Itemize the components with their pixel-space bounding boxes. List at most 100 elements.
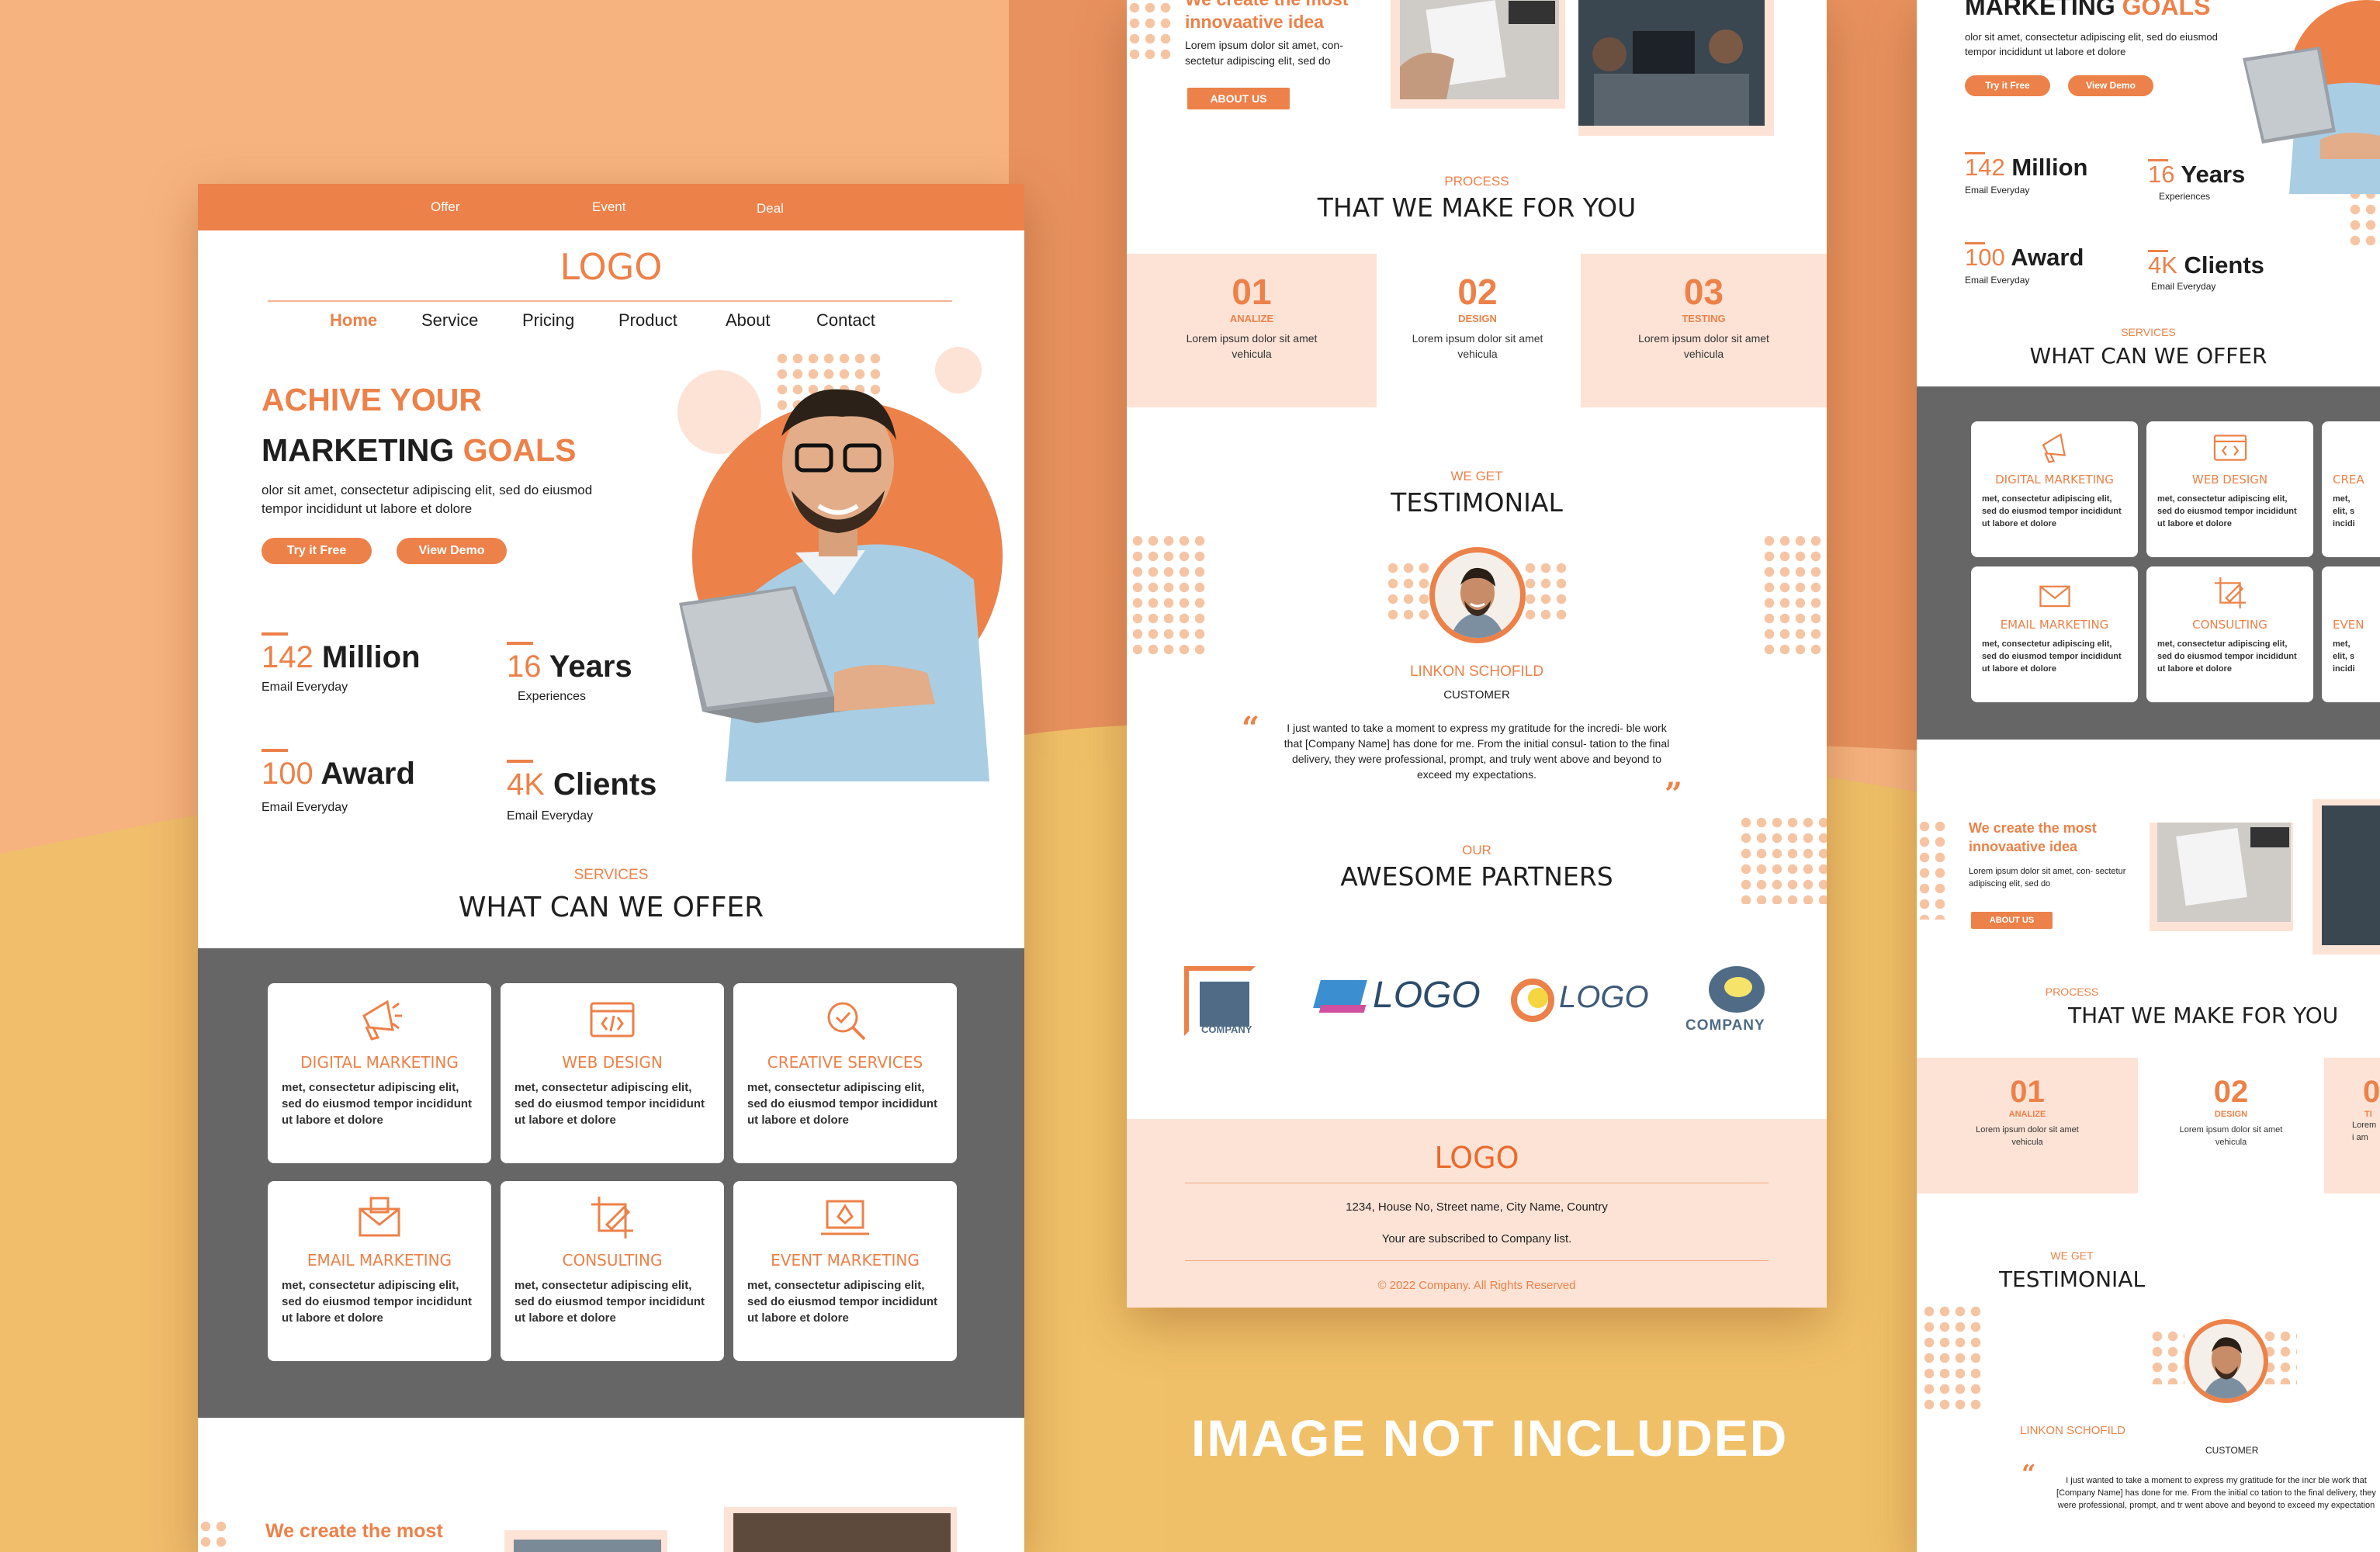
service-card-digital-marketing[interactable]: DIGITAL MARKETING met, consectetur adipi… xyxy=(1971,421,2138,557)
email-icon xyxy=(2039,585,2070,608)
nav-service[interactable]: Service xyxy=(421,310,478,331)
quote-open-icon: “ xyxy=(2021,1459,2036,1488)
process-step-analize: 01 ANALIZE Lorem ipsum dolor sit amet ve… xyxy=(1127,254,1377,407)
testimonial-kicker: WE GET xyxy=(2050,1249,2094,1262)
hero-description: olor sit amet, consectetur adipiscing el… xyxy=(262,483,593,516)
footer-divider-bottom xyxy=(1185,1260,1769,1261)
megaphone-icon xyxy=(2042,433,2066,463)
partner-logo-4[interactable]: COMPANY xyxy=(1685,966,1786,1038)
about-us-button[interactable]: ABOUT US xyxy=(1971,912,2053,929)
about-title: We create the most innovaative idea xyxy=(1185,0,1348,32)
footer-copyright: © 2022 Company. All Rights Reserved xyxy=(1377,1279,1576,1292)
try-free-button[interactable]: Try it Free xyxy=(262,538,372,564)
service-card-email-marketing[interactable]: EMAIL MARKETING met, consectetur adipisc… xyxy=(1971,566,2138,702)
code-window-icon xyxy=(2213,435,2247,461)
footer: LOGO 1234, House No, Street name, City N… xyxy=(1127,1119,1827,1308)
about-photo-1 xyxy=(504,1530,667,1552)
main-nav: Home Service Pricing Product About Conta… xyxy=(198,310,1024,334)
service-card-creative-services[interactable]: CREA met, elit, s incidi xyxy=(2322,421,2380,557)
service-card-event-marketing[interactable]: EVENT MARKETING met, consectetur adipisc… xyxy=(733,1181,957,1361)
testimonial-title: TESTIMONIAL xyxy=(1998,1266,2146,1292)
about-us-button[interactable]: ABOUT US xyxy=(1187,88,1290,109)
nav-pricing[interactable]: Pricing xyxy=(522,310,574,331)
about-photo-desk xyxy=(2150,823,2293,931)
crop-pen-icon xyxy=(591,1197,633,1238)
hero-description: olor sit amet, consectetur adipiscing el… xyxy=(1965,31,2218,57)
topbar-link-deal[interactable]: Deal xyxy=(757,201,784,217)
about-description: Lorem ipsum dolor sit amet, con- sectetu… xyxy=(1185,39,1343,67)
services-title: WHAT CAN WE OFFER xyxy=(2029,343,2267,369)
service-card-consulting[interactable]: CONSULTING met, consectetur adipiscing e… xyxy=(2146,566,2313,702)
about-title: We create the most xyxy=(265,1520,443,1542)
testimonial-role: CUSTOMER xyxy=(2205,1445,2259,1456)
footer-subscription: Your are subscribed to Company list. xyxy=(1381,1232,1572,1245)
about-photo-team xyxy=(1578,0,1774,136)
partner-logo-3[interactable]: LOGO xyxy=(1511,974,1651,1028)
testimonial-dots-right xyxy=(1762,533,1827,657)
process-title: THAT WE MAKE FOR YOU xyxy=(1317,192,1637,223)
process-step-testing: 03 TESTING Lorem ipsum dolor sit amet ve… xyxy=(1581,254,1827,407)
topbar-link-event[interactable]: Event xyxy=(592,199,625,215)
quote-open-icon: “ xyxy=(1242,710,1260,747)
process-step-design: 02 DESIGN Lorem ipsum dolor sit amet veh… xyxy=(2138,1058,2324,1193)
testimonial-name: LINKON SCHOFILD xyxy=(1409,663,1544,680)
testimonial-title: TESTIMONIAL xyxy=(1391,487,1563,518)
footer-address: 1234, House No, Street name, City Name, … xyxy=(1346,1200,1608,1214)
partners-title: AWESOME PARTNERS xyxy=(1340,861,1613,892)
about-photo-team xyxy=(2312,799,2380,954)
quote-close-icon: ” xyxy=(1665,776,1683,812)
hero-person-image xyxy=(679,389,989,781)
footer-logo[interactable]: LOGO xyxy=(1127,1141,1827,1175)
nav-about[interactable]: About xyxy=(726,310,771,331)
testimonial-name: LINKON SCHOFILD xyxy=(2020,1424,2125,1437)
left-email-template: Offer Event Deal LOGO Home Service Prici… xyxy=(198,184,1024,1552)
testimonial-kicker: WE GET xyxy=(1450,469,1503,483)
crop-pen-icon xyxy=(2214,577,2246,609)
about-photo-desk xyxy=(1391,0,1565,109)
about-dot-pattern xyxy=(1127,0,1173,62)
process-title: THAT WE MAKE FOR YOU xyxy=(2068,1003,2339,1028)
partner-logo-2[interactable]: LOGO xyxy=(1313,974,1481,1028)
about-description: Lorem ipsum dolor sit amet, con- sectetu… xyxy=(1969,867,2126,889)
hero-title-line2: MARKETING GOALS xyxy=(1965,0,2211,20)
view-demo-button[interactable]: View Demo xyxy=(2068,75,2153,96)
topbar-link-offer[interactable]: Offer xyxy=(431,199,459,215)
testimonial-avatar xyxy=(2184,1319,2268,1403)
hero-title-line1: ACHIVE YOUR xyxy=(262,382,483,417)
process-step-design: 02 DESIGN Lorem ipsum dolor sit amet veh… xyxy=(1377,254,1578,407)
service-card-web-design[interactable]: WEB DESIGN met, consectetur adipiscing e… xyxy=(2146,421,2313,557)
logo-divider xyxy=(268,300,952,302)
testimonial-text: I just wanted to take a moment to expres… xyxy=(1284,722,1670,781)
partner-logo-1[interactable]: COMPANY xyxy=(1184,966,1266,1038)
nav-product[interactable]: Product xyxy=(618,310,677,331)
about-title: We create the most innovaative idea xyxy=(1969,820,2097,854)
service-card-digital-marketing[interactable]: DIGITAL MARKETING met, consectetur adipi… xyxy=(268,983,491,1163)
nav-home[interactable]: Home xyxy=(330,310,377,331)
service-card-consulting[interactable]: CONSULTING met, consectetur adipiscing e… xyxy=(501,1181,724,1361)
nav-contact[interactable]: Contact xyxy=(816,310,875,331)
process-step-analize: 01 ANALIZE Lorem ipsum dolor sit amet ve… xyxy=(1917,1058,2138,1193)
hero-title-line2: MARKETING GOALS xyxy=(262,432,577,468)
megaphone-icon xyxy=(362,999,402,1041)
service-card-email-marketing[interactable]: EMAIL MARKETING met, consectetur adipisc… xyxy=(268,1181,491,1361)
services-kicker: SERVICES xyxy=(2121,326,2176,338)
avatar-dots-right xyxy=(1523,560,1569,624)
try-free-button[interactable]: Try it Free xyxy=(1965,75,2050,96)
logo[interactable]: LOGO xyxy=(198,246,1024,288)
search-check-icon xyxy=(827,1002,866,1041)
view-demo-button[interactable]: View Demo xyxy=(397,538,507,564)
about-dot-pattern xyxy=(1917,819,1948,920)
process-step-testing: 0 TI Lorem i am xyxy=(2324,1058,2380,1193)
service-card-creative-services[interactable]: CREATIVE SERVICES met, consectetur adipi… xyxy=(733,983,957,1163)
middle-email-template: We create the most innovaative idea Lore… xyxy=(1127,0,1827,1308)
avatar-dots-left xyxy=(2150,1329,2184,1384)
testimonial-dots-left xyxy=(1130,533,1207,657)
testimonial-text: I just wanted to take a moment to expres… xyxy=(2056,1476,2376,1510)
services-title: WHAT CAN WE OFFER xyxy=(458,892,764,923)
service-card-web-design[interactable]: WEB DESIGN met, consectetur adipiscing e… xyxy=(501,983,724,1163)
code-window-icon xyxy=(590,1002,635,1038)
top-bar: Offer Event Deal xyxy=(198,184,1024,230)
partners-dots xyxy=(1738,815,1827,904)
testimonial-dots-left xyxy=(1921,1304,1983,1412)
service-card-event-marketing[interactable]: EVEN met, elit, s incidi xyxy=(2322,566,2380,702)
